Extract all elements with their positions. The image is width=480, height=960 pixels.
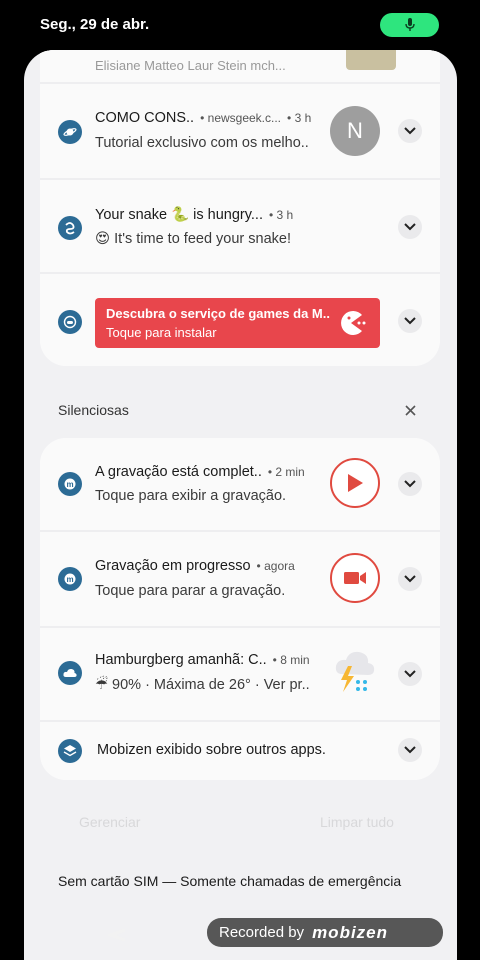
notification-text: Tutorial exclusivo com os melho.. <box>95 135 309 151</box>
sim-status-text: Sem cartão SIM — Somente chamadas de eme… <box>58 873 402 889</box>
notification-mobizen-overlay[interactable]: Mobizen exibido sobre outros apps. <box>40 722 440 780</box>
expand-button[interactable] <box>398 309 422 333</box>
chevron-down-icon <box>404 670 416 678</box>
recording-watermark: Recorded by mobizen <box>207 918 443 947</box>
expand-button[interactable] <box>398 662 422 686</box>
expand-button[interactable] <box>398 738 422 762</box>
svg-text:m: m <box>66 575 73 584</box>
notification-snake[interactable]: Your snake 🐍 is hungry... • 3 h 😍 It's t… <box>40 180 440 272</box>
recorded-by-label: Recorded by <box>219 924 305 941</box>
notification-time: • agora <box>256 559 295 573</box>
thunderstorm-icon <box>335 651 375 692</box>
notification-text: ☔ 90% · Máxima de 26° · Ver pr.. <box>95 677 310 693</box>
status-bar: Seg., 29 de abr. <box>0 0 480 50</box>
chevron-down-icon <box>404 127 416 135</box>
promo-title: Descubra o serviço de games da M.. <box>106 306 330 321</box>
play-recording-button[interactable] <box>330 458 380 508</box>
mic-indicator[interactable] <box>380 13 439 37</box>
notification-time: • 3 h <box>287 111 312 125</box>
snake-app-icon <box>58 216 82 240</box>
video-camera-icon <box>344 572 366 584</box>
chevron-down-icon <box>404 223 416 231</box>
notification-weather[interactable]: Hamburgberg amanhã: C.. • 8 min ☔ 90% · … <box>40 628 440 720</box>
notification-text: Toque para parar a gravação. <box>95 583 286 599</box>
microphone-icon <box>404 18 415 31</box>
expand-button[interactable] <box>398 567 422 591</box>
mobizen-app-icon: m <box>58 472 82 496</box>
mobizen-app-icon: m <box>58 567 82 591</box>
notification-title: Mobizen exibido sobre outros apps. <box>97 742 326 758</box>
mobizen-logo: mobizen <box>312 922 389 942</box>
expand-button[interactable] <box>398 472 422 496</box>
pacman-icon <box>341 311 366 335</box>
notification-title: Gravação em progresso <box>95 558 251 574</box>
notification-peek[interactable]: Elisiane Matteo Laur Stein mch... <box>40 50 440 82</box>
stop-recording-button[interactable] <box>330 553 380 603</box>
play-icon <box>348 474 363 492</box>
notification-text: 😍 It's time to feed your snake! <box>95 231 291 247</box>
chevron-down-icon <box>404 317 416 325</box>
chevron-down-icon <box>404 746 416 754</box>
games-promo-banner[interactable]: Descubra o serviço de games da M.. Toque… <box>95 298 380 348</box>
notification-games[interactable]: Descubra o serviço de games da M.. Toque… <box>40 274 440 366</box>
notification-time: • 2 min <box>267 465 305 479</box>
notification-title: Hamburgberg amanhã: C.. <box>95 652 267 668</box>
svg-text:m: m <box>66 480 73 489</box>
gamepad-app-icon <box>58 310 82 334</box>
layers-app-icon <box>58 739 82 763</box>
notification-recording-complete[interactable]: m A gravação está complet.. • 2 min Toqu… <box>40 438 440 530</box>
notification-time: • 3 h <box>268 208 294 222</box>
notification-shade: Elisiane Matteo Laur Stein mch... COMO C… <box>24 50 457 960</box>
notification-title: A gravação está complet.. <box>95 464 262 480</box>
close-icon <box>404 404 416 416</box>
clear-all-button[interactable]: Limpar tudo <box>320 814 394 830</box>
notification-recording-progress[interactable]: m Gravação em progresso • agora Toque pa… <box>40 532 440 626</box>
avatar: N <box>330 106 380 156</box>
planet-app-icon <box>58 120 82 144</box>
clear-silent-button[interactable] <box>400 400 420 420</box>
chevron-down-icon <box>404 480 416 488</box>
notification-title: COMO CONS.. <box>95 110 195 126</box>
notification-newsgeek[interactable]: COMO CONS.. • newsgeek.c... • 3 h Tutori… <box>40 84 440 178</box>
manage-button[interactable]: Gerenciar <box>79 814 140 830</box>
notification-title: Your snake 🐍 is hungry... <box>95 207 263 223</box>
peek-text: Elisiane Matteo Laur Stein mch... <box>95 58 286 73</box>
expand-button[interactable] <box>398 215 422 239</box>
notification-time: • 8 min <box>272 653 310 667</box>
promo-text: Toque para instalar <box>106 325 217 340</box>
notification-group-alerting: Elisiane Matteo Laur Stein mch... COMO C… <box>40 50 440 366</box>
peek-thumbnail <box>346 50 396 70</box>
notification-text: Toque para exibir a gravação. <box>95 488 287 504</box>
back-nav-icon[interactable] <box>108 928 126 942</box>
notification-group-silent: m A gravação está complet.. • 2 min Toqu… <box>40 438 440 780</box>
chevron-down-icon <box>404 575 416 583</box>
cloud-app-icon <box>58 661 82 685</box>
status-date: Seg., 29 de abr. <box>40 16 150 33</box>
expand-button[interactable] <box>398 119 422 143</box>
section-header-silent: Silenciosas <box>58 402 129 418</box>
notification-source: • newsgeek.c... <box>200 111 282 125</box>
